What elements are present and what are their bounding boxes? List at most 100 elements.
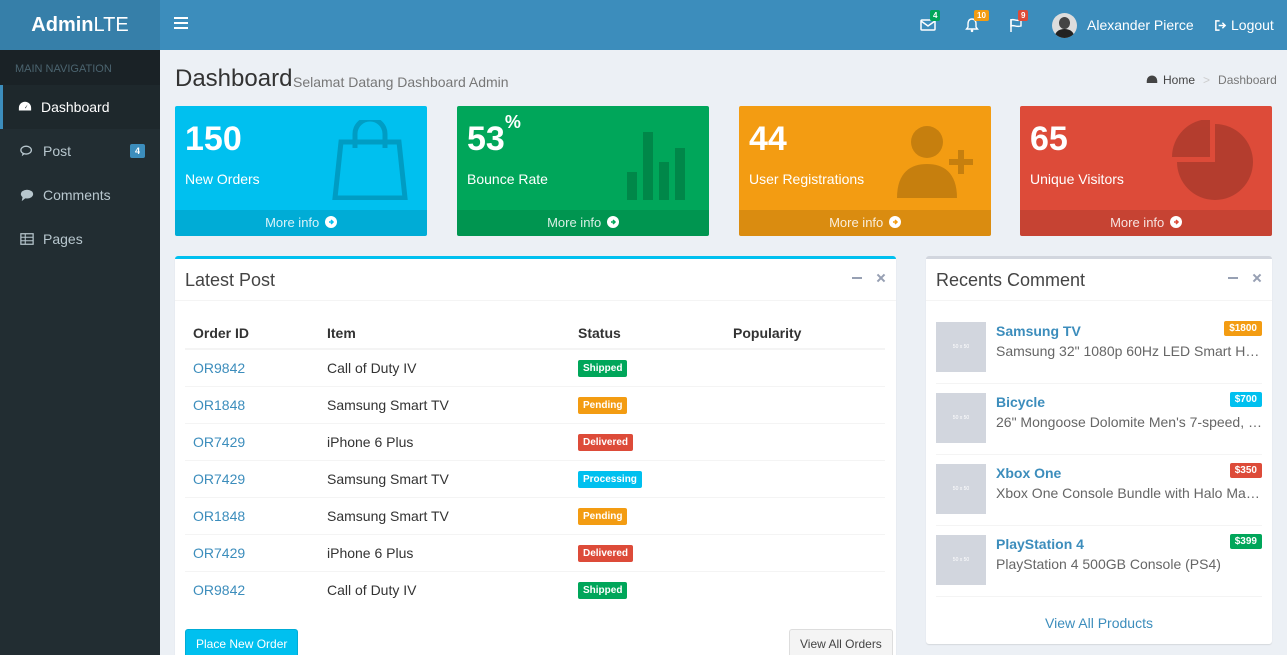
product-name-link[interactable]: Samsung TV xyxy=(996,323,1081,339)
dashboard-icon xyxy=(18,101,32,111)
place-order-button[interactable]: Place New Order xyxy=(185,629,299,655)
product-name-link[interactable]: Bicycle xyxy=(996,394,1045,410)
dashboard-icon xyxy=(1146,75,1158,83)
box-title: Recents Comment xyxy=(936,270,1086,290)
arrow-circle-right-icon xyxy=(324,216,337,228)
recent-comment-box: Recents Comment 50 x 50 Samsung TV Samsung… xyxy=(926,256,1272,644)
view-all-orders-button[interactable]: View All Orders xyxy=(789,629,893,655)
sidebar-item-post[interactable]: Post 4 xyxy=(0,129,160,173)
tasks-button[interactable]: 9 xyxy=(1008,10,1030,36)
order-id-cell: OR7429 xyxy=(185,533,319,571)
status-badge: Processing xyxy=(578,471,642,488)
product-thumbnail: 50 x 50 xyxy=(936,464,986,514)
order-id-link[interactable]: OR7429 xyxy=(193,545,245,561)
order-id-cell: OR9842 xyxy=(185,570,319,608)
top-navbar: 4 10 9 Alexander Pierce Logout xyxy=(160,0,1287,50)
product-thumbnail: 50 x 50 xyxy=(936,393,986,443)
order-id-link[interactable]: OR1848 xyxy=(193,508,245,524)
price-badge: $1800 xyxy=(1224,321,1262,336)
notifications-badge: 10 xyxy=(974,10,989,21)
more-info-link[interactable]: More info xyxy=(739,210,991,236)
more-info-link[interactable]: More info xyxy=(175,210,427,236)
column-header: Item xyxy=(319,317,570,350)
close-icon[interactable] xyxy=(876,273,886,283)
stat-value: 53% xyxy=(467,111,521,158)
status-badge: Pending xyxy=(578,397,628,414)
post-count-badge: 4 xyxy=(129,144,145,158)
table-icon xyxy=(20,233,34,245)
table-row: OR7429 Samsung Smart TV Processing xyxy=(185,459,885,497)
avatar xyxy=(1052,12,1077,38)
status-cell: Delivered xyxy=(570,533,725,571)
status-badge: Shipped xyxy=(578,582,628,600)
product-item: 50 x 50 PlayStation 4 PlayStation 4 500GB … xyxy=(936,526,1262,597)
order-id-link[interactable]: OR9842 xyxy=(193,360,245,376)
table-row: OR1848 Samsung Smart TV Pending xyxy=(185,496,885,534)
messages-button[interactable]: 4 xyxy=(920,10,942,36)
item-cell: Call of Duty IV xyxy=(319,348,570,386)
product-item: 50 x 50 Bicycle 26" Mongoose Dolomite Men'… xyxy=(936,384,1262,455)
stat-box-bounce-rate: 53% Bounce Rate More info xyxy=(457,106,709,236)
order-id-link[interactable]: OR7429 xyxy=(193,434,245,450)
sidebar-item-dashboard[interactable]: Dashboard xyxy=(0,85,160,129)
logo-bold: Admin xyxy=(31,14,94,36)
popularity-cell xyxy=(725,496,885,534)
order-id-link[interactable]: OR7429 xyxy=(193,471,245,487)
status-cell: Pending xyxy=(570,385,725,423)
column-header: Status xyxy=(570,317,725,350)
item-cell: Samsung Smart TV xyxy=(319,459,570,497)
breadcrumb-current: Dashboard xyxy=(1218,73,1277,87)
product-item: 50 x 50 Samsung TV Samsung 32" 1080p 60Hz … xyxy=(936,313,1262,384)
orders-table: Order ID Item Status Popularity OR9842 Ca… xyxy=(185,317,885,608)
more-info-link[interactable]: More info xyxy=(457,210,709,236)
product-thumbnail: 50 x 50 xyxy=(936,322,986,372)
status-cell: Processing xyxy=(570,459,725,497)
user-menu[interactable]: Alexander Pierce xyxy=(1052,0,1194,50)
order-id-cell: OR7429 xyxy=(185,459,319,497)
product-description: PlayStation 4 500GB Console (PS4) xyxy=(996,556,1221,572)
stat-label: User Registrations xyxy=(749,171,865,187)
status-cell: Shipped xyxy=(570,348,725,386)
app-logo[interactable]: AdminLTE xyxy=(0,0,160,50)
price-badge: $399 xyxy=(1229,534,1262,549)
page-subtitle: Selamat Datang Dashboard Admin xyxy=(293,74,509,90)
order-id-link[interactable]: OR1848 xyxy=(193,397,245,413)
user-add-icon xyxy=(897,126,973,198)
arrow-circle-right-icon xyxy=(888,216,901,228)
comments-icon xyxy=(20,145,33,157)
sidebar-item-label: Pages xyxy=(43,231,83,247)
product-description: 26" Mongoose Dolomite Men's 7-speed, Nav… xyxy=(996,414,1262,430)
breadcrumb-home-label: Home xyxy=(1163,73,1196,87)
arrow-circle-right-icon xyxy=(606,216,619,228)
stat-value: 44 xyxy=(749,120,787,158)
stat-value: 65 xyxy=(1030,120,1068,158)
comment-icon xyxy=(20,189,34,202)
breadcrumb-home[interactable]: Home xyxy=(1146,73,1195,87)
product-thumbnail: 50 x 50 xyxy=(936,535,986,585)
product-name-link[interactable]: PlayStation 4 xyxy=(996,536,1084,552)
more-info-link[interactable]: More info xyxy=(1020,210,1272,236)
order-id-link[interactable]: OR9842 xyxy=(193,582,245,598)
logout-button[interactable]: Logout xyxy=(1214,0,1274,50)
notifications-button[interactable]: 10 xyxy=(964,10,989,36)
status-badge: Shipped xyxy=(578,360,628,378)
product-name-link[interactable]: Xbox One xyxy=(996,465,1061,481)
sidebar-item-comments[interactable]: Comments xyxy=(0,173,160,217)
sidebar-toggle-icon[interactable] xyxy=(174,17,188,31)
table-row: OR7429 iPhone 6 Plus Delivered xyxy=(185,422,885,460)
latest-post-box: Latest Post Order ID Item Status Popular… xyxy=(175,256,896,655)
status-cell: Shipped xyxy=(570,570,725,608)
table-row: OR9842 Call of Duty IV Shipped xyxy=(185,570,885,608)
close-icon[interactable] xyxy=(1252,273,1262,283)
sidebar-item-pages[interactable]: Pages xyxy=(0,217,160,261)
sidebar: MAIN NAVIGATION Dashboard Post 4 Comment… xyxy=(0,50,160,655)
stat-box-new-orders: 150 New Orders More info xyxy=(175,106,427,236)
product-description: Samsung 32" 1080p 60Hz LED Smart HDTV. xyxy=(996,343,1262,359)
view-all-products-link[interactable]: View All Products xyxy=(926,615,1272,631)
order-id-cell: OR1848 xyxy=(185,385,319,423)
collapse-icon[interactable] xyxy=(1228,273,1238,283)
status-badge: Pending xyxy=(578,508,628,525)
item-cell: Samsung Smart TV xyxy=(319,385,570,423)
status-badge: Delivered xyxy=(578,545,634,562)
collapse-icon[interactable] xyxy=(852,273,862,283)
